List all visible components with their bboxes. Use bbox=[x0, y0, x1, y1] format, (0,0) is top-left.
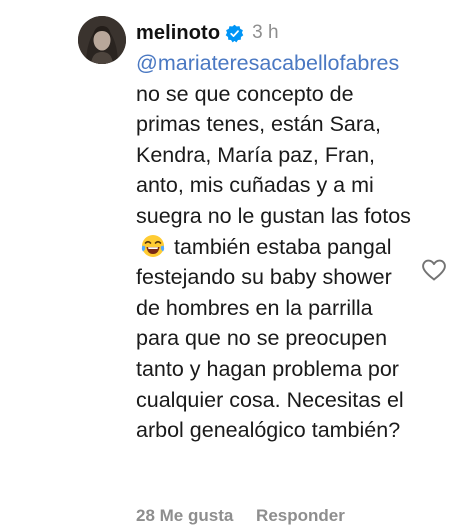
likes-count[interactable]: 28 Me gusta bbox=[136, 506, 233, 526]
comment-footer: 28 Me gusta Responder bbox=[136, 506, 345, 526]
comment-text: @mariateresacabellofabres no se que conc… bbox=[136, 48, 414, 446]
comment-text-part-2: también estaba pangal festejando su baby… bbox=[136, 234, 404, 443]
username[interactable]: melinoto bbox=[136, 22, 220, 45]
comment-text-part-1: no se que concepto de primas tenes, está… bbox=[136, 81, 411, 228]
mention-link[interactable]: @mariateresacabellofabres bbox=[136, 51, 399, 75]
reply-button[interactable]: Responder bbox=[256, 506, 345, 526]
comment: melinoto 3 h @mariateresacabellofabres n… bbox=[0, 0, 464, 526]
comment-header: melinoto 3 h bbox=[136, 18, 279, 48]
tears-of-joy-emoji bbox=[140, 233, 166, 259]
avatar-image bbox=[78, 16, 126, 64]
heart-outline-icon[interactable] bbox=[421, 258, 447, 282]
comment-time: 3 h bbox=[252, 22, 279, 43]
avatar[interactable] bbox=[78, 16, 126, 64]
verified-badge-icon bbox=[225, 24, 244, 43]
